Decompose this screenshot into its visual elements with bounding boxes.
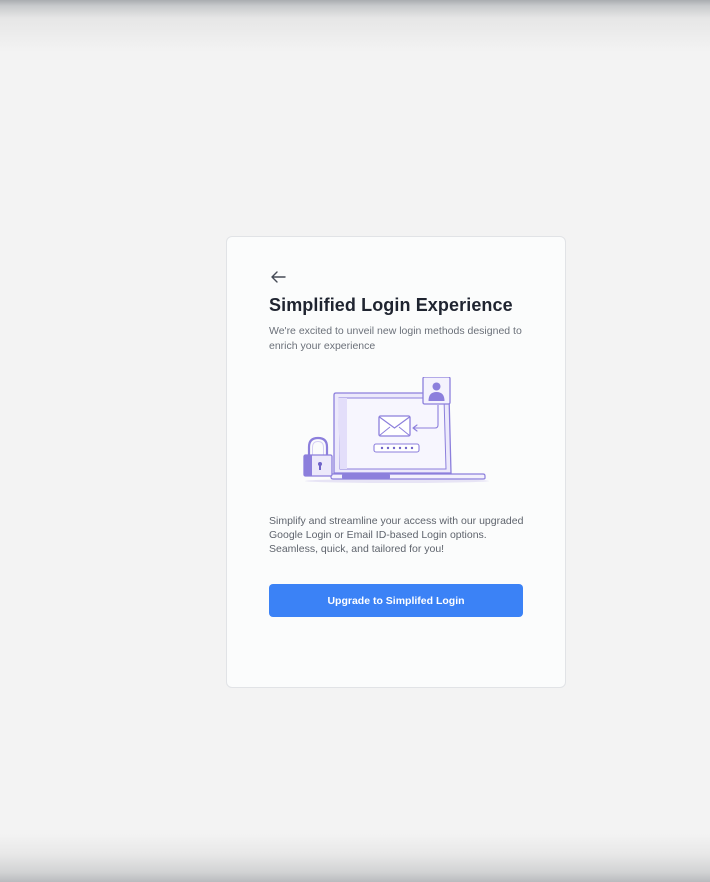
envelope-icon xyxy=(378,415,411,437)
back-button[interactable] xyxy=(267,267,289,287)
arrow-left-icon xyxy=(271,271,286,283)
login-illustration xyxy=(301,376,497,489)
login-upgrade-card: Simplified Login Experience We're excite… xyxy=(226,236,566,688)
page-title: Simplified Login Experience xyxy=(269,295,513,315)
top-window-shade xyxy=(0,0,710,52)
upgrade-login-button[interactable]: Upgrade to Simplifed Login xyxy=(269,584,523,617)
user-profile-icon xyxy=(422,376,451,405)
padlock-icon xyxy=(303,436,333,477)
bottom-window-shade xyxy=(0,834,710,882)
description-text: Simplify and streamline your access with… xyxy=(269,515,524,555)
subtitle-text: We're excited to unveil new login method… xyxy=(269,325,522,352)
password-field-icon xyxy=(373,443,420,453)
